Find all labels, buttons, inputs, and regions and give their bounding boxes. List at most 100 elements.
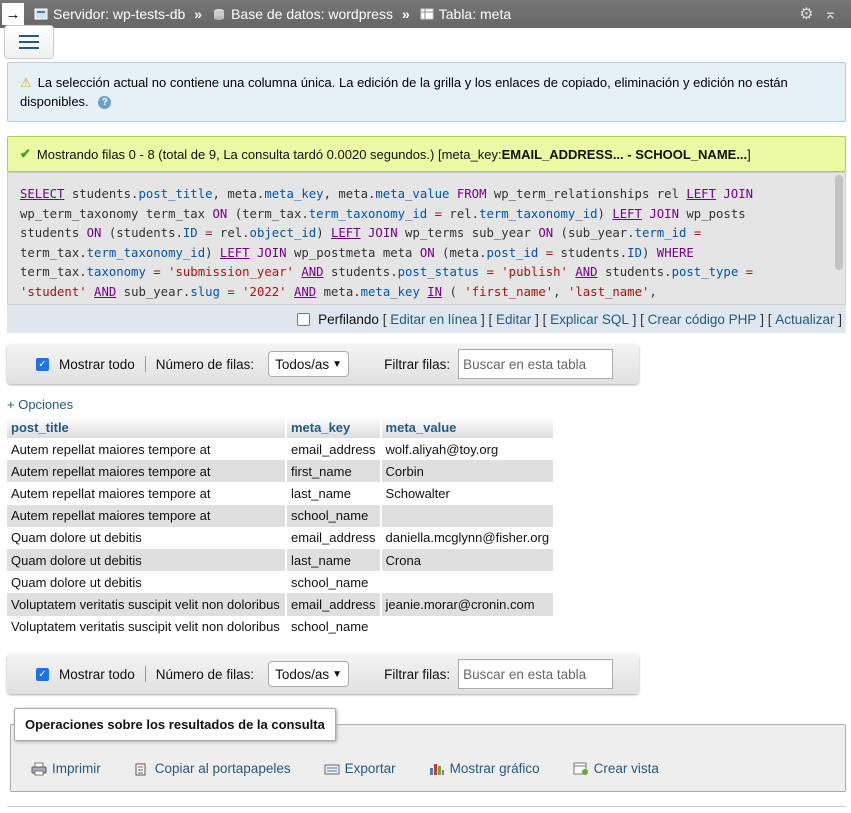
sql-actions-bar: Perfilando [ Editar en línea ] [ Editar … <box>7 305 846 333</box>
inline-edit-link[interactable]: Editar en línea <box>390 312 477 327</box>
table-row: Autem repellat maiores tempore at first_n… <box>7 460 556 483</box>
column-header-meta-value[interactable]: meta_value <box>380 416 556 438</box>
show-all-checkbox[interactable]: ✓ <box>36 357 49 371</box>
results-navigation-bottom: ✓ Mostrar todo Número de filas: Todos/as… <box>7 654 639 694</box>
menu-toggle-button[interactable] <box>4 25 54 59</box>
print-button[interactable]: Imprimir <box>31 761 101 776</box>
export-button[interactable]: Exportar <box>324 761 396 776</box>
collapse-up-icon[interactable]: ⌅ <box>824 4 837 24</box>
edit-link[interactable]: Editar <box>496 312 531 327</box>
help-icon[interactable]: ? <box>98 96 112 110</box>
table-row: Quam dolore ut debitis school_name <box>7 571 556 594</box>
table-icon <box>420 8 434 20</box>
unique-column-notice: ⚠ La selección actual no contiene una co… <box>7 62 846 122</box>
sql-scrollbar[interactable] <box>835 175 843 270</box>
breadcrumb-table[interactable]: Tabla: meta <box>420 6 511 22</box>
chevron-down-icon: ▼ <box>332 668 343 680</box>
results-navigation-top: ✓ Mostrar todo Número de filas: Todos/as… <box>7 344 639 384</box>
profiling-label: Perfilando <box>318 311 379 327</box>
sql-query-display: SELECT students.post_title, meta.meta_ke… <box>7 172 846 305</box>
collapse-arrow-icon[interactable]: → <box>2 3 24 25</box>
breadcrumb-database[interactable]: Base de datos: wordpress <box>212 6 393 22</box>
table-cell: Autem repellat maiores tempore at <box>7 438 287 461</box>
table-cell: Voluptatem veritatis suscipit velit non … <box>7 615 287 638</box>
filter-label: Filtrar filas: <box>384 666 451 682</box>
rows-select[interactable]: Todos/as ▼ <box>268 661 350 687</box>
column-header-meta-key[interactable]: meta_key <box>286 416 382 438</box>
table-row: Voluptatem veritatis suscipit velit non … <box>7 593 556 616</box>
column-header-post-title[interactable]: post_title <box>7 416 287 438</box>
explain-sql-link[interactable]: Explicar SQL <box>550 312 629 327</box>
table-cell: Voluptatem veritatis suscipit velit non … <box>7 593 287 616</box>
table-cell: last_name <box>286 482 382 505</box>
export-icon <box>324 764 340 774</box>
hamburger-icon <box>19 35 39 37</box>
show-all-checkbox[interactable]: ✓ <box>36 667 49 681</box>
table-cell: Quam dolore ut debitis <box>7 548 287 572</box>
table-cell: email_address <box>286 593 382 616</box>
rows-select[interactable]: Todos/as ▼ <box>268 351 350 377</box>
table-cell: Quam dolore ut debitis <box>7 526 287 549</box>
success-range: EMAIL_ADDRESS... - SCHOOL_NAME... <box>501 146 748 162</box>
show-chart-button[interactable]: Mostrar gráfico <box>429 761 540 776</box>
show-all-label: Mostrar todo <box>59 356 135 372</box>
chevron-down-icon: ▼ <box>332 358 343 370</box>
table-cell: email_address <box>286 438 382 461</box>
table-cell <box>380 615 556 638</box>
table-cell: Autem repellat maiores tempore at <box>7 482 287 505</box>
rows-label: Número de filas: <box>155 356 255 372</box>
filter-label: Filtrar filas: <box>384 356 451 372</box>
table-cell: school_name <box>286 615 382 638</box>
create-php-link[interactable]: Crear código PHP <box>648 312 757 327</box>
table-cell: Corbin <box>380 460 556 483</box>
table-cell: first_name <box>286 460 382 483</box>
profiling-checkbox[interactable] <box>297 312 311 326</box>
breadcrumb-separator: » <box>401 6 410 22</box>
table-cell: email_address <box>286 526 382 549</box>
table-row: Voluptatem veritatis suscipit velit non … <box>7 615 556 638</box>
printer-icon <box>31 762 47 775</box>
query-operations-links: Imprimir Copiar al portapapeles Exportar… <box>31 761 692 776</box>
table-cell <box>380 504 556 527</box>
notice-text: La selección actual no contiene una colu… <box>20 75 788 109</box>
table-row: Quam dolore ut debitis last_name Crona <box>7 548 556 572</box>
table-cell: daniella.mcglynn@fisher.org <box>380 526 556 549</box>
table-cell: Autem repellat maiores tempore at <box>7 504 287 527</box>
options-link[interactable]: + Opciones <box>7 397 73 412</box>
table-cell: jeanie.morar@cronin.com <box>380 593 556 616</box>
table-cell: Schowalter <box>380 482 556 505</box>
table-cell: school_name <box>286 571 382 594</box>
server-breadcrumb-bar: → Servidor: wp-tests-db » Base de datos:… <box>0 0 851 28</box>
server-icon <box>34 8 48 20</box>
filter-search-input[interactable]: Buscar en esta tabla <box>458 659 614 689</box>
results-table: post_title meta_key meta_value Autem rep… <box>7 416 556 638</box>
breadcrumb-separator: » <box>194 6 203 22</box>
success-prefix: Mostrando filas 0 - 8 (total de 9, La co… <box>36 146 502 162</box>
database-icon <box>214 9 225 20</box>
query-success-message: ✔ Mostrando filas 0 - 8 (total de 9, La … <box>7 136 846 172</box>
view-icon <box>573 762 588 775</box>
breadcrumb-server[interactable]: Servidor: wp-tests-db <box>34 6 185 22</box>
copy-to-clipboard-button[interactable]: Copiar al portapapeles <box>134 761 291 776</box>
table-cell: Crona <box>380 548 556 572</box>
create-view-button[interactable]: Crear vista <box>573 761 659 776</box>
table-header-row: post_title meta_key meta_value <box>7 416 556 438</box>
table-cell: wolf.aliyah@toy.org <box>380 438 556 461</box>
table-row: Autem repellat maiores tempore at school_… <box>7 504 556 527</box>
divider <box>7 806 846 807</box>
rows-label: Número de filas: <box>155 666 255 682</box>
table-cell: Quam dolore ut debitis <box>7 571 287 594</box>
clipboard-icon <box>135 763 146 775</box>
check-icon: ✔ <box>20 146 31 161</box>
table-cell: school_name <box>286 504 382 527</box>
table-cell: last_name <box>286 548 382 572</box>
table-cell: Autem repellat maiores tempore at <box>7 460 287 483</box>
table-row: Autem repellat maiores tempore at last_na… <box>7 482 556 505</box>
table-row: Quam dolore ut debitis email_address danie… <box>7 526 556 549</box>
gear-icon[interactable]: ⚙ <box>799 4 813 24</box>
refresh-link[interactable]: Actualizar <box>775 312 834 327</box>
query-operations-title: Operaciones sobre los resultados de la c… <box>14 708 336 741</box>
table-row: Autem repellat maiores tempore at email_a… <box>7 438 556 461</box>
bar-chart-icon <box>429 763 444 775</box>
filter-search-input[interactable]: Buscar en esta tabla <box>458 349 614 379</box>
